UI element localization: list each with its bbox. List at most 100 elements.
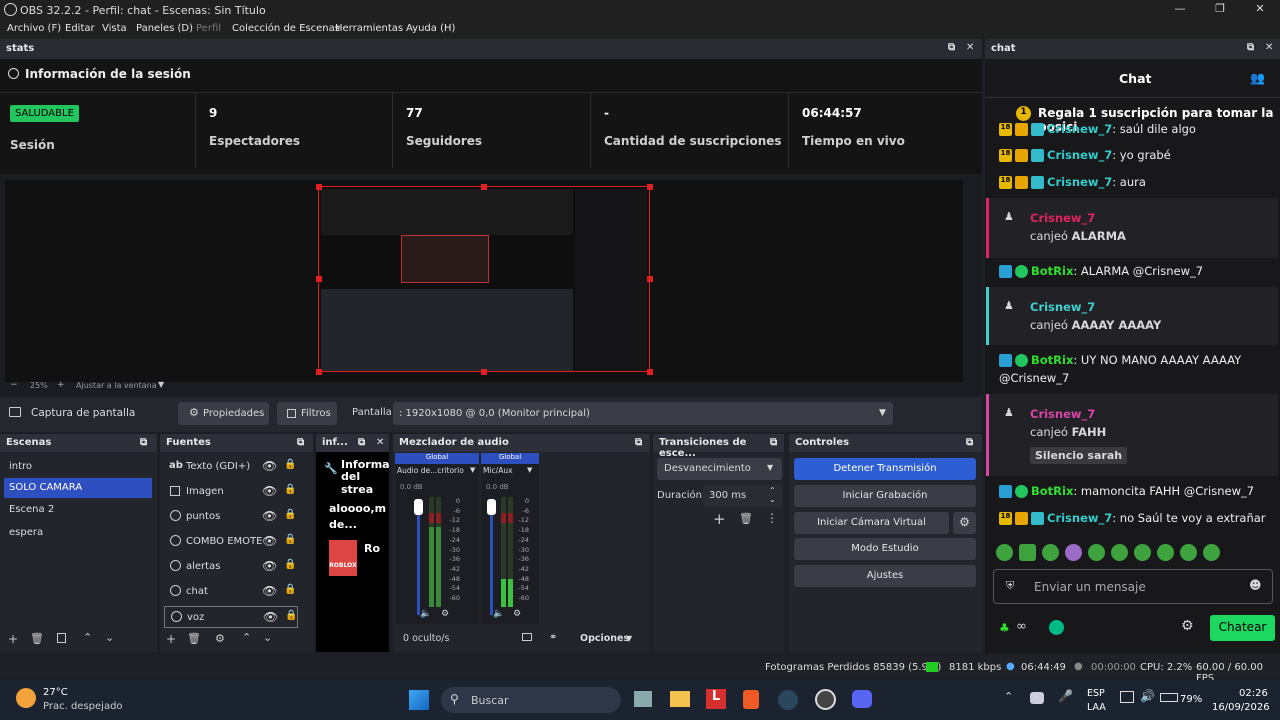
move-down-icon[interactable]: ⌄ (263, 631, 272, 644)
close-dock-icon[interactable]: ✕ (376, 437, 384, 448)
scene-item[interactable]: Escena 2 (4, 500, 152, 520)
eye-icon[interactable]: 👁 (262, 534, 277, 548)
source-item[interactable]: puntos 👁 🔒 (164, 506, 298, 528)
preview-area[interactable]: − 25% + Ajustar a la ventana ▼ (0, 174, 982, 396)
obs-taskbar-icon[interactable] (815, 689, 836, 710)
emote-icon[interactable] (1088, 544, 1105, 561)
source-item[interactable]: alertas 👁 🔒 (164, 556, 298, 578)
scene-filters-icon[interactable] (57, 633, 66, 643)
lock-icon[interactable]: 🔒 (284, 459, 296, 470)
speaker-icon[interactable]: 🔈 (493, 609, 504, 619)
display-select[interactable]: : 1920x1080 @ 0,0 (Monitor principal) ▼ (393, 402, 893, 425)
handle-br[interactable] (647, 369, 653, 375)
handle-tl[interactable] (316, 184, 322, 190)
clock-time[interactable]: 02:26 (1239, 688, 1268, 699)
lock-icon[interactable]: 🔒 (284, 584, 296, 595)
clock-date[interactable]: 16/09/2026 (1212, 702, 1270, 713)
trash-icon[interactable]: 🗑 (739, 512, 753, 525)
gear-icon[interactable]: ⚙ (513, 609, 521, 619)
channel-points-icon[interactable]: ♣ (999, 621, 1010, 635)
float-icon[interactable]: ⧉ (297, 437, 304, 448)
scene-item[interactable]: intro (4, 457, 152, 477)
menu-herramientas[interactable]: Herramientas (335, 23, 403, 34)
chat-user[interactable]: BotRix (1031, 353, 1073, 367)
scene-item[interactable]: espera (4, 523, 152, 543)
infinity-icon[interactable]: ∞ (1016, 619, 1027, 634)
speaker-icon[interactable]: 🔈 (420, 609, 431, 619)
chat-user[interactable]: Crisnew_7 (1047, 511, 1112, 525)
volume-icon[interactable]: 🔊 (1140, 689, 1155, 703)
preview-source-frame[interactable] (318, 186, 650, 372)
mic-icon[interactable]: 🎤 (1058, 689, 1073, 703)
source-item[interactable]: ab Texto (GDI+) 👁 🔒 (164, 456, 298, 478)
settings-button[interactable]: Ajustes (794, 565, 976, 587)
emote-icon[interactable] (1203, 544, 1220, 561)
trash-icon[interactable]: 🗑 (187, 632, 201, 645)
options-button[interactable]: Opciones (580, 633, 629, 644)
move-up-icon[interactable]: ⌃ (83, 631, 92, 644)
eye-icon[interactable]: 👁 (262, 584, 277, 598)
menu-perfil[interactable]: Perfil (196, 23, 221, 34)
minimize-icon[interactable]: — (1170, 2, 1190, 18)
chevron-down-icon[interactable]: ▼ (470, 466, 475, 474)
chevron-down-icon[interactable]: ▼ (527, 466, 532, 474)
chat-user[interactable]: BotRix (1031, 484, 1073, 498)
redeem-user[interactable]: Crisnew_7 (1030, 407, 1095, 421)
chat-send-button[interactable]: Chatear (1210, 615, 1275, 641)
eye-icon[interactable]: 👁 (262, 559, 277, 573)
move-up-icon[interactable]: ⌃ (242, 631, 251, 644)
eye-icon[interactable]: 👁 (263, 610, 278, 624)
menu-ayuda[interactable]: Ayuda (H) (406, 23, 455, 34)
source-item-selected[interactable]: voz 👁 🔒 (164, 606, 298, 628)
chat-settings-icon[interactable]: ⚙ (1181, 618, 1194, 634)
emoji-icon[interactable]: ☻ (1249, 578, 1262, 592)
handle-tr[interactable] (647, 184, 653, 190)
lock-icon[interactable]: 🔒 (284, 534, 296, 545)
handle-tm[interactable] (481, 184, 487, 190)
link-icon[interactable]: ⚭ (549, 632, 557, 643)
display-icon[interactable] (1120, 691, 1134, 703)
app-l-icon[interactable]: L (706, 689, 726, 709)
gear-icon[interactable]: ⚙ (953, 512, 976, 534)
kick-icon[interactable] (1049, 620, 1064, 635)
battery-percent[interactable]: 79% (1180, 694, 1202, 705)
float-icon[interactable]: ⧉ (770, 437, 777, 448)
float-icon[interactable]: ⧉ (140, 437, 147, 448)
redeem-user[interactable]: Crisnew_7 (1030, 211, 1095, 225)
duration-spinbox[interactable]: 300 ms ⌃ ⌄ (703, 485, 782, 507)
zoom-in-icon[interactable]: + (57, 380, 65, 390)
filters-button[interactable]: Filtros (277, 402, 337, 425)
close-dock-icon[interactable]: ✕ (1265, 42, 1273, 53)
emote-icon[interactable] (1019, 544, 1036, 561)
maximize-icon[interactable]: ❐ (1210, 2, 1230, 18)
menu-vista[interactable]: Vista (102, 23, 127, 34)
transition-select[interactable]: Desvanecimiento ▼ (657, 458, 782, 480)
file-explorer-icon[interactable] (670, 691, 690, 707)
brave-icon[interactable] (743, 690, 759, 709)
chat-input[interactable]: ⛨ Enviar un mensaje ☻ (993, 569, 1273, 604)
lang-2[interactable]: LAA (1087, 702, 1106, 713)
tray-chevron-icon[interactable]: ⌃ (1004, 690, 1013, 703)
volume-slider-handle[interactable] (487, 499, 496, 515)
move-down-icon[interactable]: ⌄ (105, 631, 114, 644)
weather-desc[interactable]: Prac. despejado (43, 701, 123, 712)
emote-icon[interactable] (1065, 544, 1082, 561)
weather-icon[interactable] (16, 688, 36, 708)
source-item[interactable]: Imagen 👁 🔒 (164, 481, 298, 503)
float-icon[interactable]: ⧉ (966, 437, 973, 448)
add-transition-icon[interactable]: + (713, 510, 726, 528)
chat-user[interactable]: Crisnew_7 (1047, 148, 1112, 162)
emote-icon[interactable] (1157, 544, 1174, 561)
emote-icon[interactable] (1180, 544, 1197, 561)
zoom-dropdown-icon[interactable]: ▼ (158, 380, 164, 389)
handle-bl[interactable] (316, 369, 322, 375)
trash-icon[interactable]: 🗑 (30, 632, 44, 645)
fit-window-label[interactable]: Ajustar a la ventana (76, 381, 157, 390)
start-virtual-camera-button[interactable]: Iniciar Cámara Virtual (794, 512, 949, 534)
more-icon[interactable]: ⋮ (766, 511, 778, 525)
float-icon[interactable]: ⧉ (948, 42, 955, 53)
stop-stream-button[interactable]: Detener Transmisión (794, 458, 976, 480)
discord-icon[interactable] (852, 690, 872, 708)
eye-icon[interactable]: 👁 (262, 509, 277, 523)
studio-mode-button[interactable]: Modo Estudio (794, 538, 976, 560)
